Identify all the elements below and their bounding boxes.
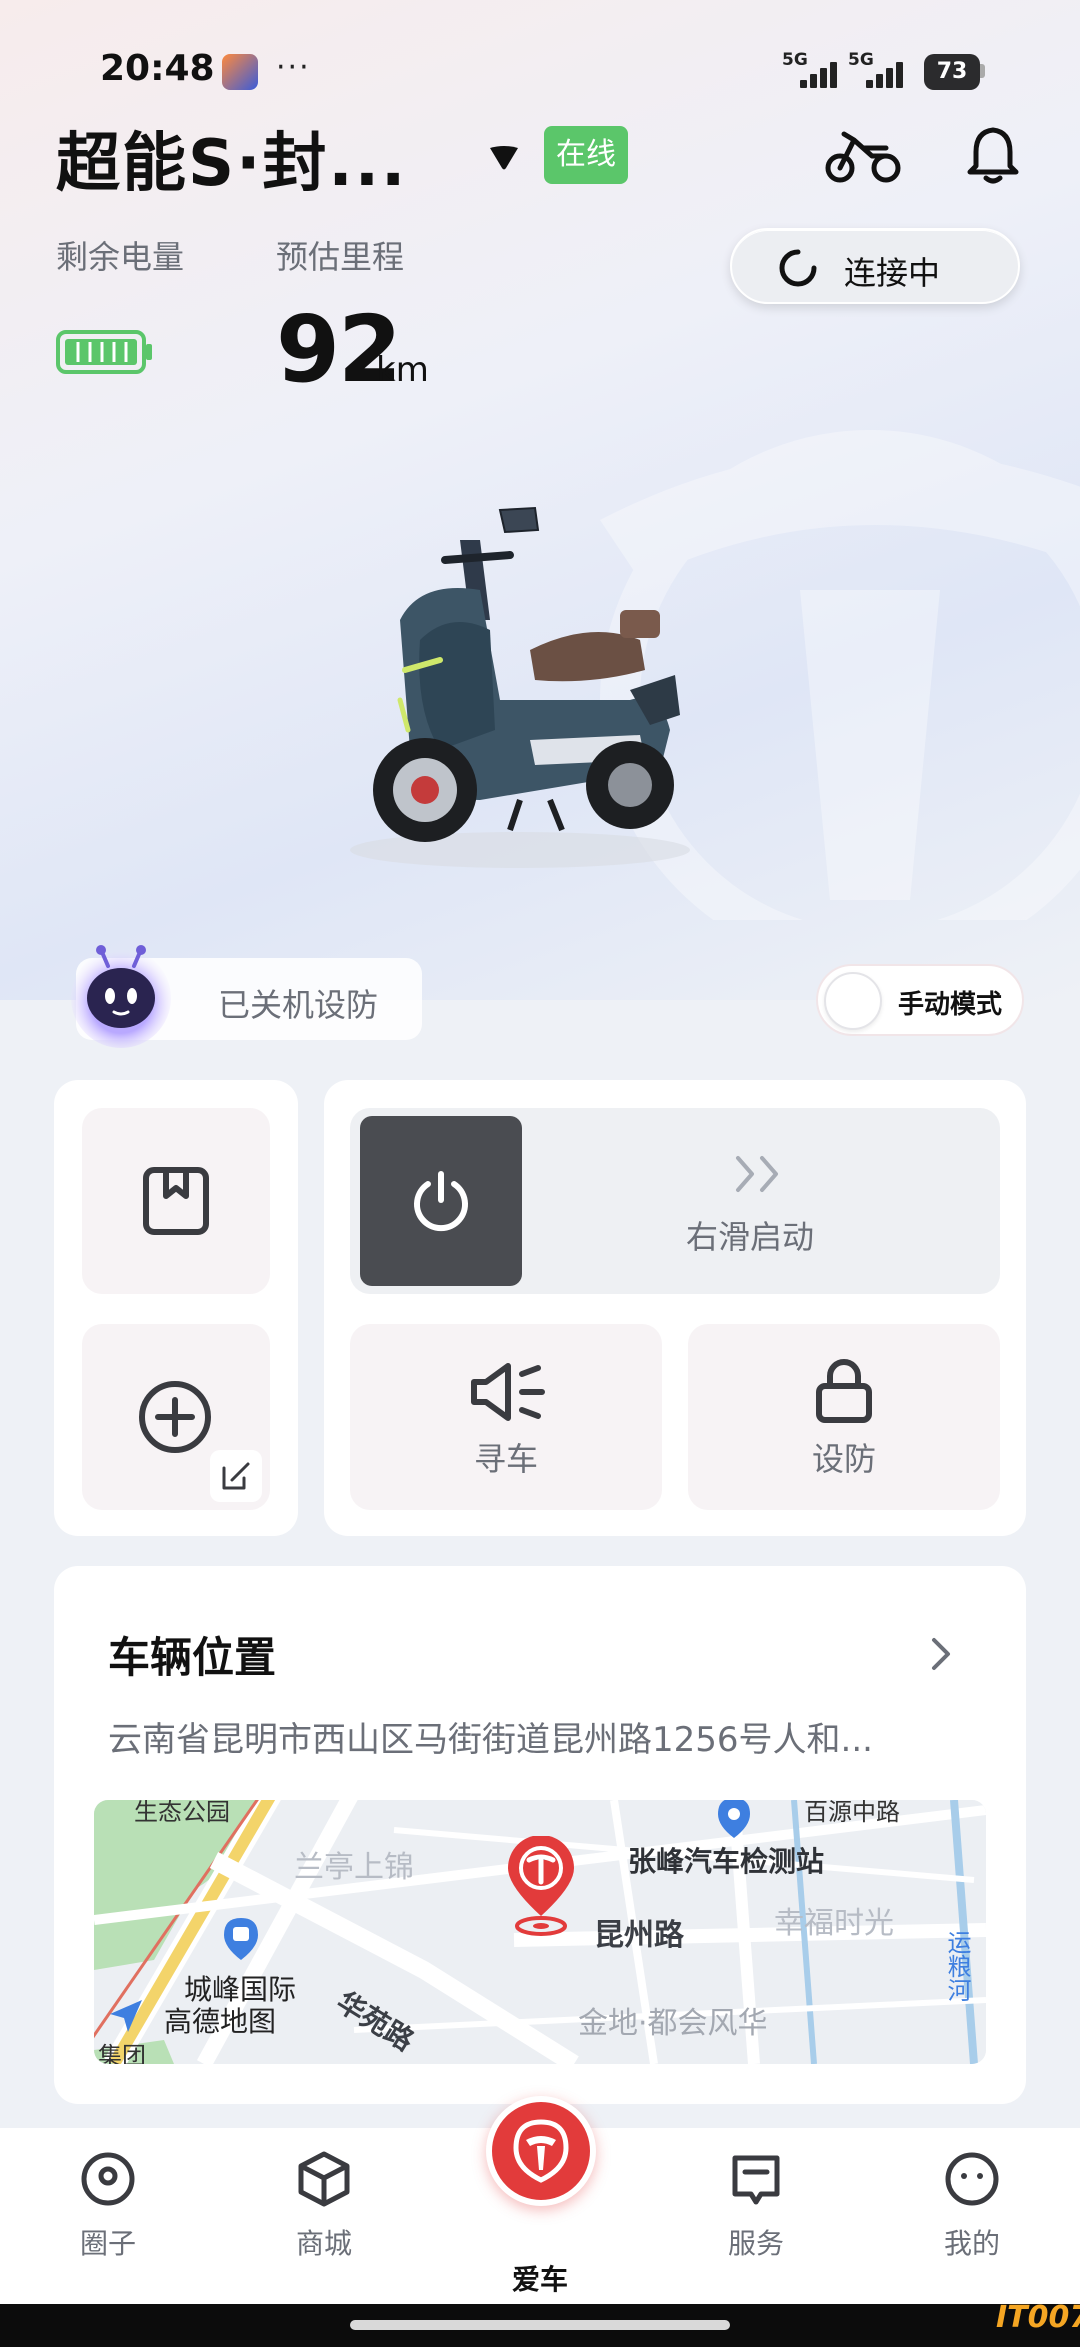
nav-label-my-car: 爱车 [511,2263,568,2296]
map-label-baiyuan: 百源中路 [804,1800,900,1826]
nav-item-service[interactable]: 服务 [686,2150,826,2262]
bell-icon[interactable] [958,120,1028,190]
nav-item-profile[interactable]: 我的 [902,2150,1042,2262]
map-bus-stop-icon [224,1918,258,1960]
box-icon [298,2151,350,2207]
assistant-status-text: 已关机设防 [218,986,379,1024]
connect-button[interactable]: 连接中 [730,228,1020,304]
brand-logo-icon [513,2119,569,2183]
slide-to-start-handle[interactable] [360,1116,522,1286]
manual-book-icon [143,1167,209,1235]
remaining-battery-label: 剩余电量 [56,238,185,276]
status-time: 20:48 [100,48,215,89]
service-icon [732,2155,780,2205]
manual-shortcut-tile[interactable] [82,1108,270,1294]
home-indicator[interactable] [350,2320,730,2330]
map-label-park: 生态公园 [134,1800,230,1826]
status-more-icon: ··· [276,50,311,85]
estimated-range-label: 预估里程 [276,238,405,276]
arm-lock-button[interactable]: 设防 [688,1324,1000,1510]
network-type-label-1: 5G [782,50,808,70]
power-icon [414,1171,468,1232]
watermark-logo: IT007 [996,2300,1080,2335]
arm-label: 设防 [811,1440,876,1478]
manual-mode-toggle-knob [824,972,882,1030]
circle-icon [81,2152,135,2206]
map-label-station: 张峰汽车检测站 [628,1845,825,1878]
lock-icon [816,1359,872,1423]
edit-icon[interactable] [210,1450,262,1502]
loading-spinner-icon [779,249,817,287]
network-type-label-2: 5G [848,50,874,70]
signal-5g-icon-1: 5G [782,50,842,92]
scooter-icon[interactable] [824,120,904,190]
slide-to-start-label: 右滑启动 [686,1218,815,1256]
signal-5g-icon-2: 5G [848,50,908,92]
profile-icon [945,2152,999,2206]
estimated-range-unit: km [376,350,429,390]
battery-level-icon [56,330,152,374]
find-car-button[interactable]: 寻车 [350,1324,662,1510]
add-shortcut-tile[interactable] [82,1324,270,1510]
nav-item-my-car[interactable] [486,2096,596,2206]
nav-item-my-car-label-wrap[interactable]: 爱车 [470,2258,610,2298]
nav-label-mall: 商城 [295,2227,352,2260]
map-label-kunzhou-road: 昆州路 [594,1918,684,1953]
map-label-gaode: 高德地图 [164,2005,277,2038]
notification-app-icon [222,54,258,90]
location-map[interactable]: 生态公园 兰亭上锦 百源中路 张峰汽车检测站 昆州路 幸福时光 城峰国际 高德地… [94,1800,986,2064]
vehicle-location-title: 车辆位置 [108,1633,277,1682]
status-battery-cap [980,64,985,78]
navigation-arrow-icon [110,2000,142,2032]
nav-label-profile: 我的 [943,2227,1000,2260]
nav-label-service: 服务 [727,2227,784,2260]
map-label-xingfu: 幸福时光 [774,1906,894,1941]
chevron-right-icon[interactable] [930,1636,954,1672]
manual-mode-toggle[interactable]: 手动模式 [816,964,1024,1036]
vehicle-location-marker-icon [508,1836,574,1936]
map-label-lanting: 兰亭上锦 [294,1850,414,1885]
assistant-robot-icon[interactable] [66,938,176,1048]
connect-button-label: 连接中 [844,254,941,292]
nav-item-circle[interactable]: 圈子 [38,2150,178,2262]
map-label-yunliang-river: 运粮河 [943,1930,971,2002]
vehicle-name[interactable]: 超能S·封... [56,112,407,204]
map-label-jindi: 金地·都会风华 [578,2006,768,2041]
status-battery-level: 73 [924,54,980,90]
online-status-badge: 在线 [544,126,628,184]
scooter-image [350,506,690,868]
map-label-group: 集团 [98,2042,146,2064]
nav-label-circle: 圈子 [79,2227,136,2260]
speaker-icon [471,1363,545,1421]
find-car-label: 寻车 [473,1440,538,1478]
add-circle-icon [139,1381,211,1453]
nav-item-mall[interactable]: 商城 [254,2150,394,2262]
vehicle-location-address: 云南省昆明市西山区马街街道昆州路1256号人和... [108,1720,873,1760]
map-poi-pin-icon [718,1800,750,1838]
dropdown-triangle-icon[interactable] [488,144,520,172]
manual-mode-label: 手动模式 [898,990,1003,1020]
slide-arrows-icon [736,1156,778,1192]
